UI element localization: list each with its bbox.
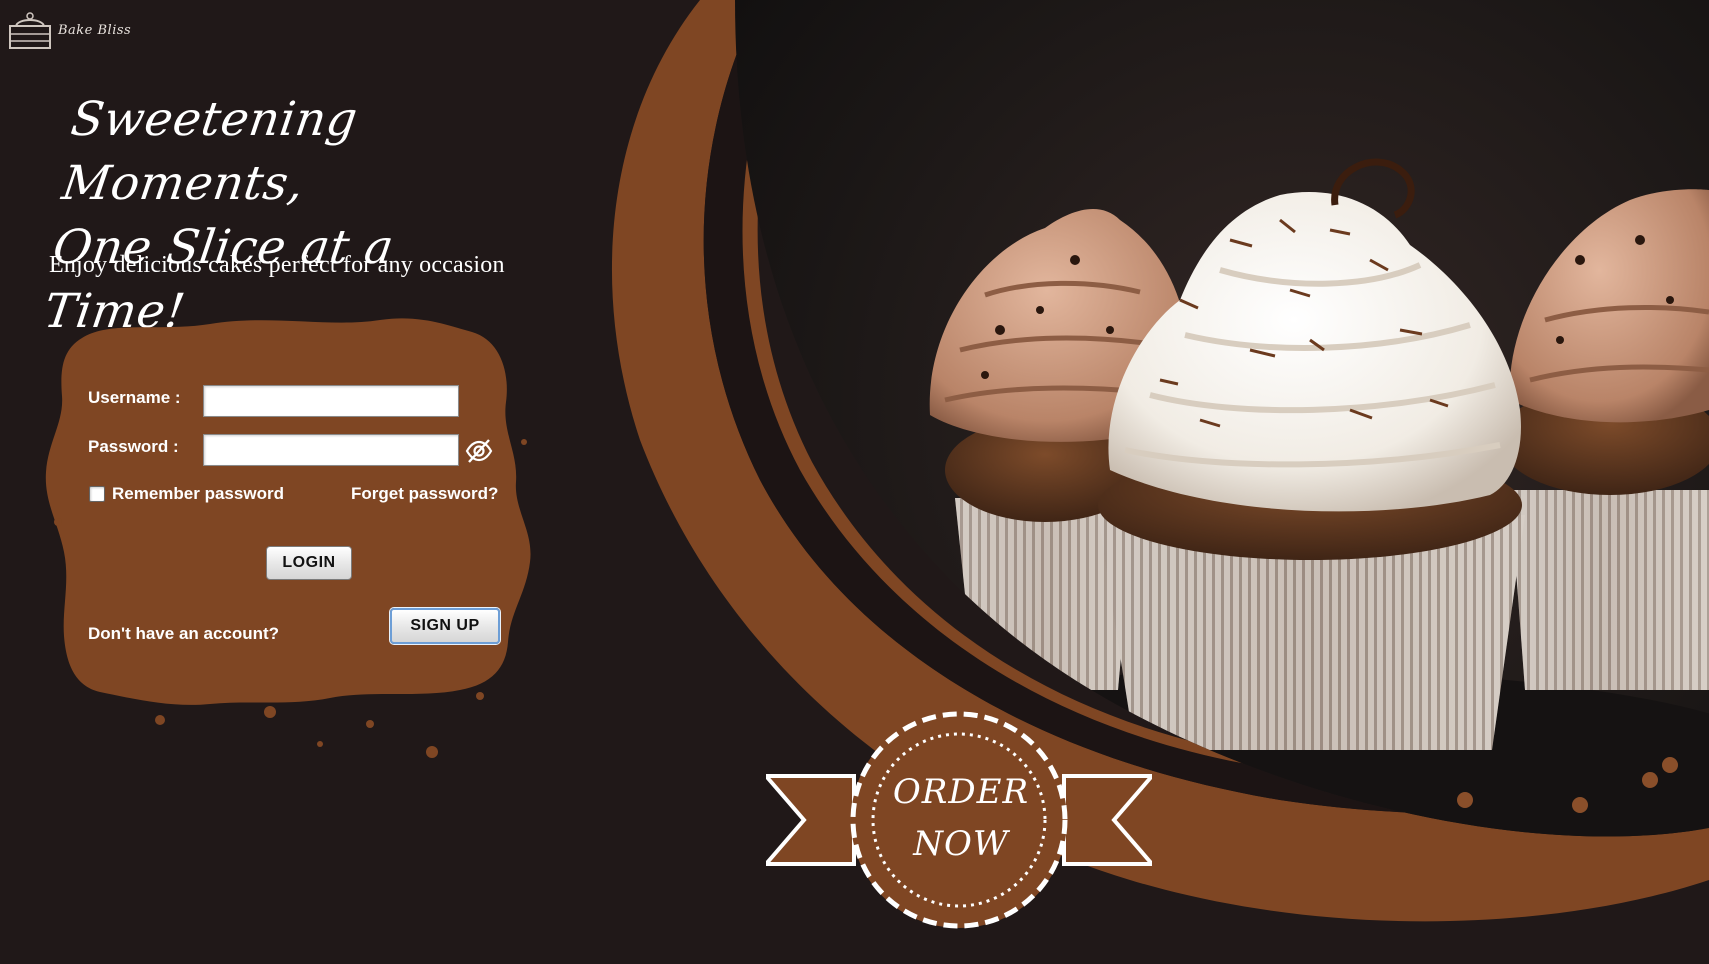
password-input[interactable] [203,434,459,466]
signup-prompt: Don't have an account? [88,624,280,643]
cake-icon [9,12,51,49]
brand-name: Bake Bliss [58,22,132,38]
brand-logo: Bake Bliss [8,10,131,50]
username-input[interactable] [203,385,459,417]
headline-line-1: Sweetening Moments, [58,92,361,211]
login-card-background [45,318,531,758]
remember-password-checkbox[interactable]: Remember password [89,484,284,504]
password-label: Password : [88,437,179,456]
username-label: Username : [88,388,181,407]
order-now-button[interactable] [766,706,1152,934]
page-tagline: Enjoy delicious cakes perfect for any oc… [49,252,505,278]
forgot-password-link[interactable]: Forget password? [351,484,498,504]
login-window: Bake Bliss Sweetening Moments, One Slice… [0,0,1709,964]
page-headline: Sweetening Moments, One Slice at a Time! [40,88,546,344]
checkbox-box[interactable] [89,486,105,502]
signup-button[interactable]: SIGN UP [390,608,500,644]
login-button[interactable]: LOGIN [266,546,352,580]
remember-password-label: Remember password [112,484,284,503]
eye-off-icon[interactable] [464,436,494,466]
